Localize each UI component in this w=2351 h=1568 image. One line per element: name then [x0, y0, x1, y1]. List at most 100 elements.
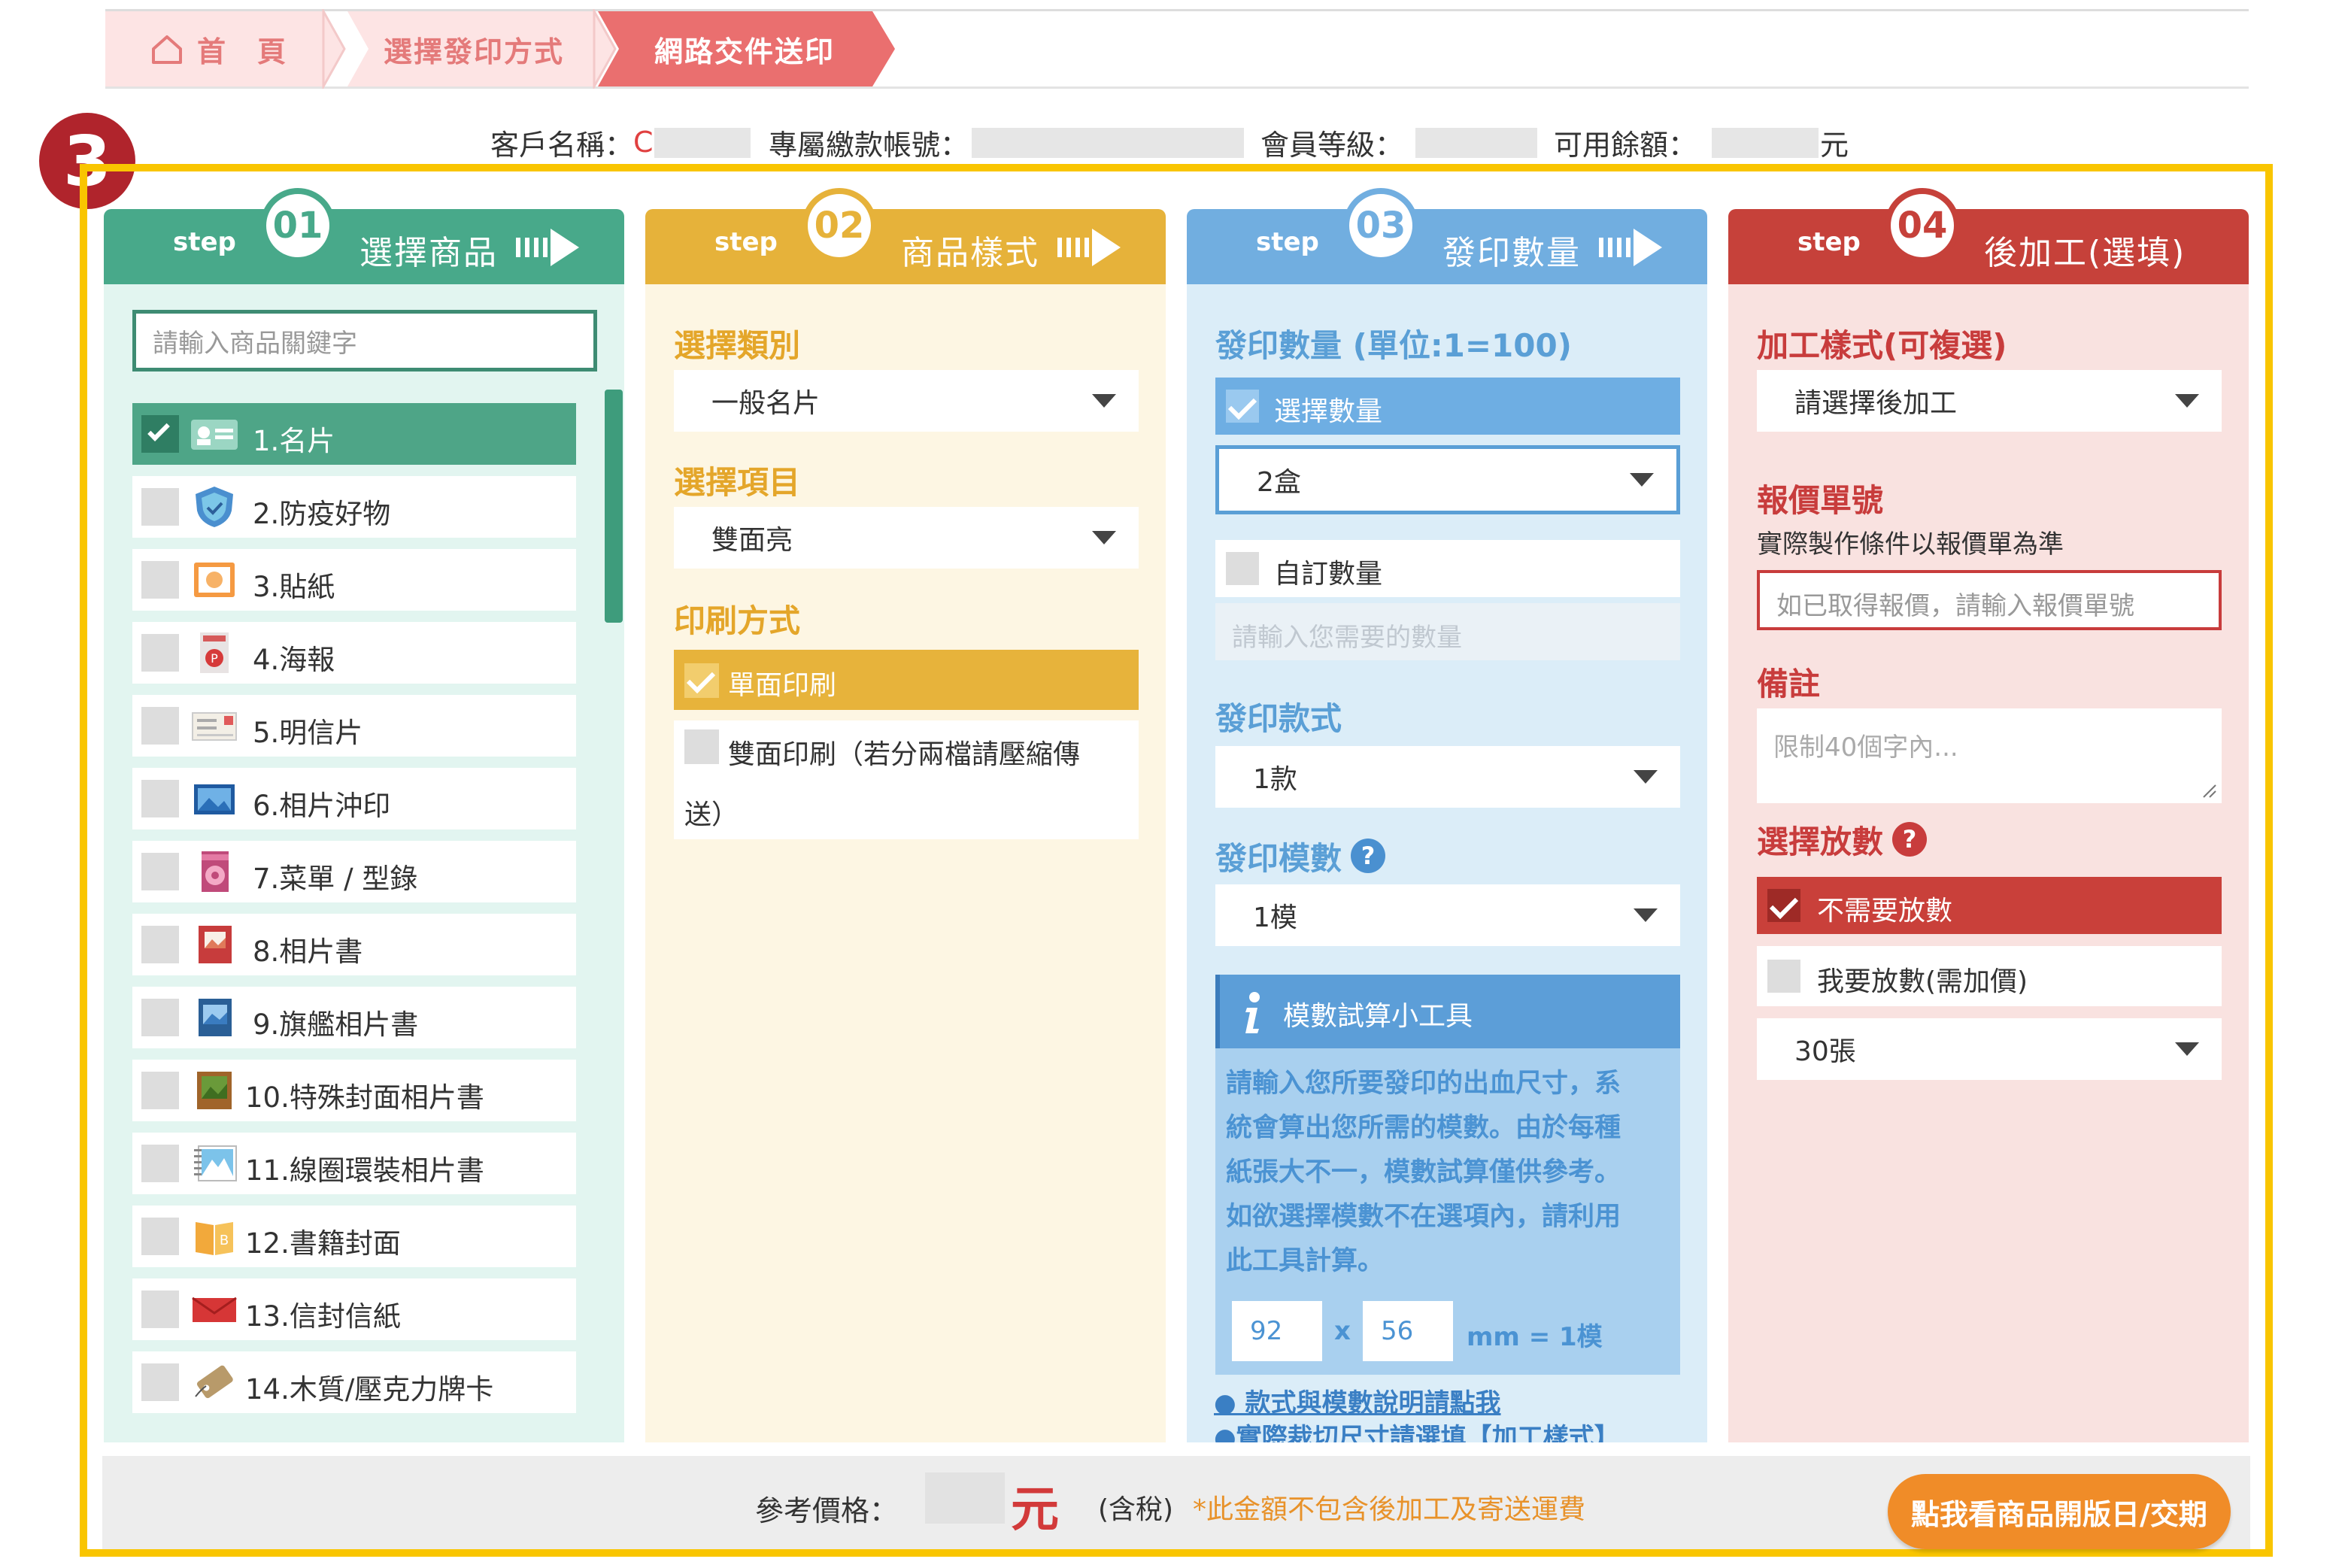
- breadcrumb-current: 網路交件送印: [654, 11, 835, 86]
- item-select-value: 雙面亮: [711, 525, 793, 556]
- mold-links: ● 款式與模數說明請點我 ●實際裁切尺寸請選填【加工樣式】: [1214, 1382, 1707, 1442]
- tax-note: (含稅): [1098, 1494, 1174, 1525]
- product-list-scrollbar[interactable]: [605, 390, 623, 623]
- product-checkbox-7[interactable]: [141, 853, 179, 890]
- mold-calculator-text-line: 此工具計算。: [1226, 1246, 1385, 1276]
- width-input[interactable]: 92: [1232, 1301, 1322, 1361]
- chevron-down-icon: [2175, 1042, 2199, 1056]
- category-select[interactable]: 一般名片: [674, 370, 1139, 432]
- mold-calculator-text: 請輸入您所要發印的出血尺寸，系 統會算出您所需的模數。由於每種 紙張大不一，模數…: [1226, 1062, 1621, 1284]
- column-select-product: step 01 選擇商品 請輸入商品關鍵字 1.名片 2.防疫好物 3.貼紙 P…: [104, 188, 624, 1442]
- product-label-2: 2.防疫好物: [253, 498, 391, 530]
- custom-quantity-checkbox[interactable]: [1226, 552, 1259, 585]
- product-checkbox-6[interactable]: [141, 780, 179, 817]
- product-item-4[interactable]: P 4.海報: [132, 622, 576, 684]
- column2-title: 商品樣式: [901, 234, 1039, 272]
- customer-info-bar: 客戶名稱： C 專屬繳款帳號： 會員等級： 可用餘額： 元: [0, 120, 2351, 165]
- view-schedule-button[interactable]: 點我看商品開版日/交期: [1888, 1474, 2231, 1549]
- finish-heading: 加工樣式(可複選): [1757, 327, 2007, 364]
- product-checkbox-3[interactable]: [141, 561, 179, 599]
- print-double-checkbox[interactable]: [684, 729, 719, 764]
- product-checkbox-5[interactable]: [141, 707, 179, 745]
- customer-name-value: C: [633, 126, 654, 159]
- balance-unit: 元: [1820, 128, 1849, 162]
- style-count-select[interactable]: 1款: [1215, 746, 1680, 808]
- no-place-checkbox[interactable]: [1767, 889, 1800, 922]
- product-item-12[interactable]: B 12.書籍封面: [132, 1206, 576, 1267]
- arrow-right-icon: [1057, 229, 1121, 266]
- item-heading: 選擇項目: [674, 464, 801, 501]
- sheets-select-value: 30張: [1794, 1036, 1856, 1067]
- product-checkbox-2[interactable]: [141, 488, 179, 526]
- arrow-right-icon: [516, 229, 579, 266]
- product-checkbox-8[interactable]: [141, 926, 179, 963]
- style-count-heading: 發印款式: [1215, 700, 1342, 737]
- note-textarea[interactable]: 限制40個字內...: [1757, 708, 2222, 803]
- product-item-11[interactable]: 11.線圈環裝相片書: [132, 1133, 576, 1194]
- product-item-5[interactable]: 5.明信片: [132, 695, 576, 757]
- breadcrumb-select-print[interactable]: 選擇發印方式: [384, 11, 564, 86]
- product-item-2[interactable]: 2.防疫好物: [132, 476, 576, 538]
- item-select[interactable]: 雙面亮: [674, 507, 1139, 569]
- product-item-14[interactable]: 14.木質/壓克力牌卡: [132, 1351, 576, 1413]
- mold-select-value: 1模: [1253, 902, 1297, 933]
- product-search-input[interactable]: 請輸入商品關鍵字: [132, 310, 597, 372]
- finish-select[interactable]: 請選擇後加工: [1757, 370, 2222, 432]
- product-checkbox-12[interactable]: [141, 1218, 179, 1255]
- mold-calculator-title: 模數試算小工具: [1283, 1001, 1473, 1032]
- product-item-8[interactable]: 8.相片書: [132, 914, 576, 975]
- print-single-checkbox[interactable]: [684, 663, 719, 698]
- account-number-label: 專屬繳款帳號：: [769, 128, 969, 162]
- column-quantity: step 03 發印數量 發印數量 (單位:1=100) 選擇數量 2盒 自訂數…: [1187, 188, 1707, 1442]
- sticker-icon: [194, 563, 235, 597]
- photo-icon: [194, 784, 235, 814]
- custom-quantity-input[interactable]: 請輸入您需要的數量: [1215, 603, 1680, 660]
- place-help-icon[interactable]: ?: [1892, 822, 1928, 857]
- mold-style-link[interactable]: ● 款式與模數說明請點我: [1214, 1382, 1501, 1419]
- product-checkbox-11[interactable]: [141, 1145, 179, 1182]
- product-item-10[interactable]: 10.特殊封面相片書: [132, 1060, 576, 1121]
- product-item-3[interactable]: 3.貼紙: [132, 549, 576, 611]
- print-single-option[interactable]: 單面印刷: [674, 650, 1139, 710]
- column-product-style: step 02 商品樣式 選擇類別 一般名片 選擇項目 雙面亮 印刷方式 單面印…: [645, 188, 1166, 1442]
- product-checkbox-10[interactable]: [141, 1072, 179, 1109]
- select-quantity-option[interactable]: 選擇數量: [1215, 378, 1680, 435]
- want-place-checkbox[interactable]: [1767, 960, 1800, 993]
- spiral-book-icon: [194, 1145, 237, 1181]
- product-checkbox-14[interactable]: [141, 1363, 179, 1401]
- no-place-option[interactable]: 不需要放數: [1757, 877, 2222, 934]
- product-item-9[interactable]: 9.旗艦相片書: [132, 987, 576, 1048]
- select-quantity-checkbox[interactable]: [1226, 390, 1259, 423]
- column1-number: 01: [260, 188, 335, 263]
- mold-select[interactable]: 1模: [1215, 884, 1680, 946]
- mold-calculator-header: 模數試算小工具: [1215, 975, 1680, 1048]
- no-place-label: 不需要放數: [1817, 896, 1953, 927]
- product-checkbox-13[interactable]: [141, 1290, 179, 1328]
- product-item-7[interactable]: 7.菜單 / 型錄: [132, 841, 576, 902]
- custom-quantity-option[interactable]: 自訂數量: [1215, 540, 1680, 597]
- print-method-heading: 印刷方式: [674, 602, 801, 639]
- cut-size-link[interactable]: ●實際裁切尺寸請選填【加工樣式】: [1214, 1417, 1620, 1442]
- column1-title: 選擇商品: [359, 234, 498, 272]
- height-input[interactable]: 56: [1363, 1301, 1453, 1361]
- quote-number-input[interactable]: 如已取得報價，請輸入報價單號: [1757, 570, 2222, 630]
- resize-handle-icon[interactable]: [2201, 782, 2217, 799]
- product-checkbox-4[interactable]: [141, 634, 179, 672]
- breadcrumb-home[interactable]: 首 頁: [150, 11, 287, 86]
- chevron-down-icon: [2175, 394, 2199, 408]
- category-heading: 選擇類別: [674, 327, 801, 364]
- product-checkbox-1[interactable]: [141, 415, 179, 453]
- quote-heading: 報價單號: [1757, 482, 1884, 519]
- product-checkbox-9[interactable]: [141, 999, 179, 1036]
- wood-tag-icon: [195, 1365, 233, 1399]
- product-item-6[interactable]: 6.相片沖印: [132, 768, 576, 829]
- chevron-down-icon: [1092, 394, 1116, 408]
- sheets-select[interactable]: 30張: [1757, 1018, 2222, 1080]
- mold-help-icon[interactable]: ?: [1351, 839, 1386, 873]
- quantity-select[interactable]: 2盒: [1215, 445, 1680, 514]
- product-item-13[interactable]: 13.信封信紙: [132, 1278, 576, 1340]
- product-item-1[interactable]: 1.名片: [132, 403, 576, 465]
- product-label-1: 1.名片: [253, 425, 335, 457]
- want-place-option[interactable]: 我要放數(需加價): [1757, 946, 2222, 1006]
- print-double-option[interactable]: 雙面印刷（若分兩檔請壓縮傳 送）: [674, 720, 1139, 839]
